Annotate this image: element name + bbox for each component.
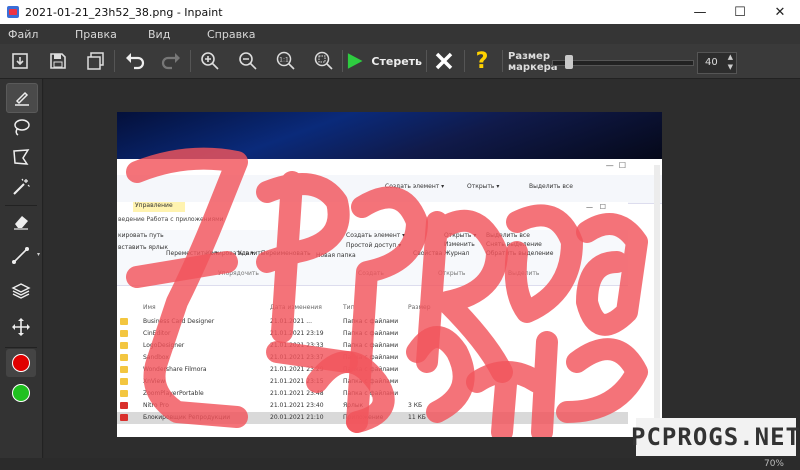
marker-icon	[15, 91, 29, 106]
save-as-button[interactable]	[82, 48, 110, 74]
zoom-fit-button[interactable]	[310, 48, 338, 74]
eraser-icon	[14, 216, 28, 230]
menu-view[interactable]: Вид	[148, 28, 170, 41]
mask-stroke	[576, 213, 648, 336]
menu-bar: Файл Правка Вид Справка	[0, 24, 800, 44]
mask-stroke	[504, 204, 583, 323]
move-tool[interactable]	[6, 313, 36, 341]
toolbar-separator	[464, 50, 465, 72]
title-bar: 2021-01-21_23h52_38.png - Inpaint — ☐ ✕	[0, 0, 800, 24]
polygon-lasso-icon	[13, 149, 30, 165]
zoom-out-icon	[239, 52, 257, 70]
window-title: 2021-01-21_23h52_38.png - Inpaint	[25, 5, 223, 19]
sidebar-separator	[5, 205, 37, 206]
minimize-button[interactable]: —	[680, 0, 720, 24]
spin-up-icon[interactable]: ▲	[728, 53, 733, 61]
toolbar-separator	[342, 50, 343, 72]
toolbar-separator	[114, 50, 115, 72]
erase-label: Стереть	[371, 54, 422, 68]
save-button[interactable]	[44, 48, 72, 74]
tool-sidebar: ▾	[0, 79, 43, 470]
clear-mask-button[interactable]	[430, 48, 458, 74]
toolbar-separator	[502, 50, 503, 72]
mask-stroke	[256, 171, 350, 343]
mask-stroke	[556, 338, 648, 423]
eraser-tool[interactable]	[6, 207, 36, 235]
menu-help[interactable]: Справка	[207, 28, 255, 41]
image-canvas[interactable]: — ☐ Создать элемент ▾ Открыть ▾ Выделить…	[117, 112, 662, 437]
redo-icon	[161, 53, 180, 70]
guide-line-tool[interactable]	[6, 241, 36, 269]
x-icon	[435, 52, 453, 70]
svg-text:1:1: 1:1	[279, 57, 289, 64]
zoom-actual-button[interactable]: 1:1	[272, 48, 300, 74]
marker-size-label: Размер маркера	[508, 51, 558, 73]
undo-icon	[126, 53, 145, 70]
magic-wand-icon	[13, 178, 30, 195]
image-scrollbar	[654, 165, 660, 430]
sidebar-separator	[5, 347, 37, 348]
marker-size-label-line2: маркера	[508, 62, 558, 73]
lasso-tool[interactable]	[6, 113, 36, 141]
question-icon: ?	[475, 48, 489, 74]
marker-size-value: 40	[705, 57, 718, 68]
zoom-1to1-icon: 1:1	[276, 51, 295, 70]
redo-button[interactable]	[158, 48, 186, 74]
inpaint-app-icon	[7, 6, 19, 18]
zoom-in-button[interactable]	[196, 48, 224, 74]
line-icon	[12, 247, 29, 264]
layers-tool[interactable]	[6, 277, 36, 305]
save-as-icon	[87, 52, 104, 70]
zoom-level: 70%	[763, 459, 784, 469]
undo-button[interactable]	[120, 48, 148, 74]
close-button[interactable]: ✕	[760, 0, 800, 24]
marker-tool[interactable]	[6, 83, 38, 113]
polygon-lasso-tool[interactable]	[6, 143, 36, 171]
marker-size-slider-thumb[interactable]	[565, 55, 573, 69]
marker-size-spinbox[interactable]: 40 ▲ ▼	[697, 52, 737, 74]
mask-overlay	[126, 147, 648, 437]
maximize-button[interactable]: ☐	[720, 0, 760, 24]
green-color-swatch	[12, 384, 30, 402]
menu-edit[interactable]: Правка	[75, 28, 117, 41]
toolbar-separator	[426, 50, 427, 72]
status-bar: 70%	[0, 458, 800, 470]
marker-size-label-line1: Размер	[508, 51, 551, 62]
window-controls: — ☐ ✕	[680, 0, 800, 24]
play-icon	[347, 53, 363, 69]
mask-stroke	[126, 251, 238, 288]
zoom-in-icon	[201, 52, 219, 70]
save-icon	[50, 53, 66, 69]
magic-wand-tool[interactable]	[6, 173, 36, 201]
toolbar-separator	[190, 50, 191, 72]
red-color-swatch	[12, 354, 30, 372]
menu-file[interactable]: Файл	[8, 28, 38, 41]
move-icon	[12, 318, 30, 336]
lasso-icon	[14, 119, 30, 136]
red-color-button[interactable]	[6, 349, 36, 377]
open-icon	[12, 53, 28, 69]
mask-stroke	[406, 326, 475, 423]
green-color-button[interactable]	[6, 379, 36, 407]
pcprogs-watermark: PCPROGS.NET	[631, 418, 800, 456]
erase-button[interactable]: Стереть	[344, 48, 422, 74]
open-file-button[interactable]	[6, 48, 34, 74]
zoom-fit-icon	[314, 51, 333, 70]
marker-size-slider[interactable]	[552, 60, 694, 66]
tool-dropdown-icon[interactable]: ▾	[37, 251, 40, 258]
spin-down-icon[interactable]: ▼	[728, 63, 733, 71]
layers-icon	[11, 283, 31, 299]
mask-stroke	[126, 147, 248, 428]
zoom-out-button[interactable]	[234, 48, 262, 74]
help-button[interactable]: ?	[468, 48, 496, 74]
